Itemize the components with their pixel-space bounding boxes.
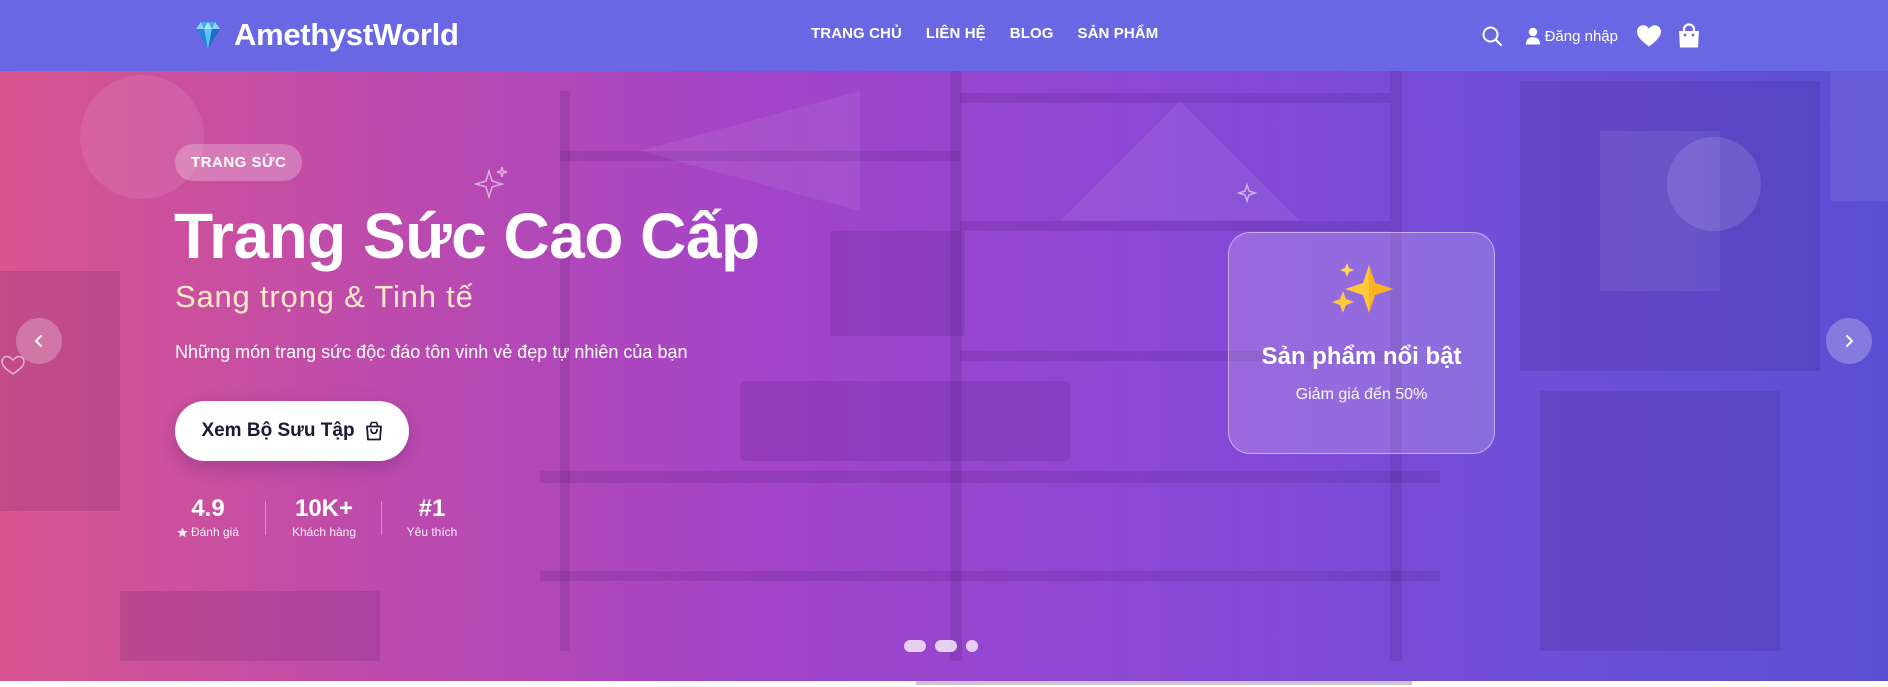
nav-item-blog[interactable]: BLOG [1010, 25, 1054, 42]
main-nav: TRANG CHỦ LIÊN HỆ BLOG SẢN PHẨM [811, 25, 1158, 42]
nav-item-products[interactable]: SẢN PHẨM [1078, 25, 1159, 42]
prev-slide-button[interactable] [16, 318, 62, 364]
slide-dot[interactable] [935, 640, 957, 652]
featured-card-title: Sản phẩm nổi bật [1261, 343, 1462, 370]
stat-rating-label: Đánh giá [190, 525, 240, 539]
star-icon [177, 526, 188, 537]
gem-icon [196, 22, 220, 49]
slide-dot[interactable] [904, 640, 926, 652]
nav-item-home[interactable]: TRANG CHỦ [811, 25, 902, 42]
slide-progress-bar [916, 681, 1412, 685]
hero-title: Trang Sức Cao Cấp [174, 200, 760, 272]
search-icon [1482, 26, 1502, 47]
featured-products-card[interactable]: Sản phẩm nổi bật Giảm giá đến 50% [1228, 232, 1495, 454]
category-badge: TRANG SỨC [175, 144, 303, 181]
wishlist-button[interactable] [1632, 19, 1666, 53]
slide-indicators [904, 640, 978, 652]
stat-customers-label: Khách hàng [291, 525, 357, 539]
search-button[interactable] [1475, 19, 1509, 53]
stat-favorite: #1 Yêu thích [403, 495, 461, 539]
stat-divider [265, 501, 266, 535]
next-slide-button[interactable] [1826, 318, 1872, 364]
hero-subtitle: Sang trọng & Tinh tế [175, 279, 474, 314]
view-collection-label: Xem Bộ Sưu Tập [201, 420, 355, 441]
stat-customers-value: 10K+ [294, 495, 354, 522]
hero-description: Những món trang sức độc đáo tôn vinh vẻ … [175, 342, 688, 362]
login-link[interactable]: Đăng nhập [1525, 27, 1618, 45]
header-actions: Đăng nhập [1475, 18, 1706, 54]
brand-name: AmethystWorld [234, 17, 459, 52]
stat-divider [381, 501, 382, 535]
featured-card-subtitle: Giảm giá đến 50% [1295, 386, 1428, 403]
site-header: AmethystWorld TRANG CHỦ LIÊN HỆ BLOG SẢN… [0, 0, 1888, 71]
shopping-bag-icon [1679, 23, 1699, 48]
login-label: Đăng nhập [1544, 27, 1618, 45]
chevron-left-icon [35, 335, 42, 347]
stat-favorite-label: Yêu thích [406, 525, 458, 539]
nav-item-contact[interactable]: LIÊN HỆ [926, 25, 986, 42]
heart-icon [1637, 25, 1661, 47]
stat-customers: 10K+ Khách hàng [286, 495, 362, 539]
user-icon [1525, 27, 1540, 45]
shopping-bag-outline-icon [365, 421, 382, 441]
sparkles-icon [1332, 263, 1393, 313]
cart-button[interactable] [1672, 19, 1706, 53]
view-collection-button[interactable]: Xem Bộ Sưu Tập [175, 401, 409, 461]
slide-dot-active[interactable] [966, 640, 978, 652]
stat-favorite-value: #1 [418, 495, 446, 522]
hero-banner: TRANG SỨC Trang Sức Cao Cấp Sang trọng &… [0, 71, 1888, 681]
chevron-right-icon [1846, 335, 1853, 347]
brand-logo[interactable]: AmethystWorld [190, 17, 459, 53]
stat-rating: 4.9 Đánh giá [175, 495, 241, 539]
stat-rating-value: 4.9 [191, 495, 225, 522]
